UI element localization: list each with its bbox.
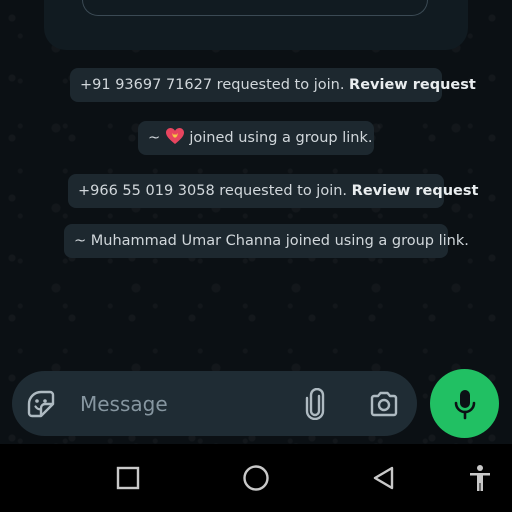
- sticker-icon[interactable]: [26, 389, 56, 419]
- system-message-joined: ~ Muhammad Umar Channa joined using a gr…: [64, 224, 469, 258]
- review-request-link[interactable]: Review request: [349, 77, 476, 93]
- review-request-link[interactable]: Review request: [352, 183, 479, 199]
- message-input[interactable]: [80, 391, 290, 417]
- system-navigation-bar: [0, 444, 512, 512]
- system-message-text: joined using a group link.: [184, 130, 373, 146]
- system-message-text: ~ Muhammad Umar Channa joined using a gr…: [74, 233, 469, 249]
- group-info-card-button[interactable]: [82, 0, 428, 16]
- paperclip-icon[interactable]: [300, 387, 330, 421]
- group-info-card: [44, 0, 468, 50]
- whatsapp-chat-screen: +91 93697 71627 requested to join. Revie…: [0, 0, 512, 512]
- microphone-icon: [454, 389, 475, 419]
- chat-background: +91 93697 71627 requested to join. Revie…: [0, 0, 512, 444]
- system-message-joined: ~ joined using a group link.: [138, 121, 374, 155]
- camera-icon[interactable]: [366, 389, 402, 419]
- voice-message-button[interactable]: [430, 369, 499, 438]
- heart-with-ribbon-emoji: [165, 128, 184, 144]
- system-message-join-request: +91 93697 71627 requested to join. Revie…: [70, 68, 476, 102]
- home-circle-icon[interactable]: [240, 462, 272, 494]
- message-composer: [12, 371, 417, 436]
- back-triangle-icon[interactable]: [368, 462, 400, 494]
- system-message-join-request: +966 55 019 3058 requested to join. Revi…: [68, 174, 478, 208]
- recents-square-icon[interactable]: [112, 462, 144, 494]
- system-message-prefix: ~: [148, 130, 165, 146]
- system-message-text: +966 55 019 3058 requested to join.: [78, 183, 352, 199]
- system-message-text: +91 93697 71627 requested to join.: [80, 77, 350, 93]
- accessibility-icon[interactable]: [464, 462, 496, 494]
